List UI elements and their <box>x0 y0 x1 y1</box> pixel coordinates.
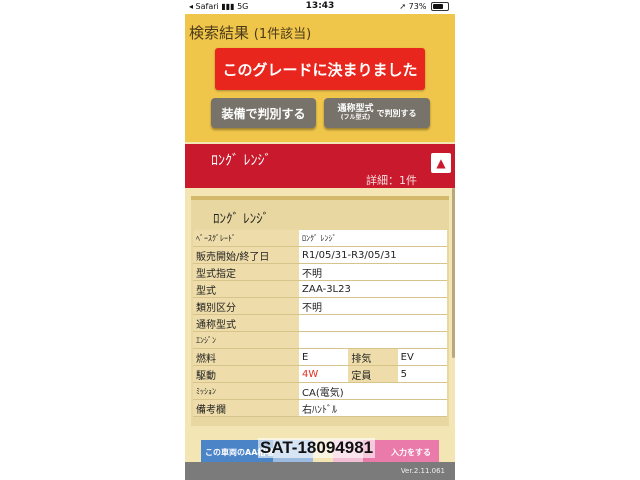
row-sublabel: 排気 <box>348 348 398 366</box>
row-label: 販売開始/終了日 <box>193 246 299 264</box>
model-button-labels: 通称型式 (フル型式) <box>337 105 373 121</box>
table-row: 型式 ZAA-3L23 <box>193 280 447 298</box>
row-value: 4W <box>299 365 349 383</box>
table-row: 型式指定 不明 <box>193 263 447 281</box>
row-value: E <box>299 348 349 366</box>
row-value: 右ﾊﾝﾄﾞﾙ <box>299 399 447 417</box>
result-band[interactable]: ﾛﾝｸﾞ ﾚﾝｼﾞ 詳細：1件 ▲ <box>185 144 455 188</box>
row-value: 不明 <box>299 297 447 315</box>
row-label: 駆動 <box>193 365 299 383</box>
row-label: 通称型式 <box>193 314 299 332</box>
row-label: 燃料 <box>193 348 299 366</box>
grade-detail-card: ﾛﾝｸﾞ ﾚﾝｼﾞ ﾍﾞｰｽｸﾞﾚｰﾄﾞ ﾛﾝｸﾞ ﾚﾝｼﾞ 販売開始/終了日 … <box>191 196 449 426</box>
decide-grade-button[interactable]: このグレードに決まりました <box>215 48 425 90</box>
row-label: ﾍﾞｰｽｸﾞﾚｰﾄﾞ <box>193 230 299 247</box>
results-header: 検索結果 (1件該当) このグレードに決まりました 装備で判別する 通称型式 (… <box>185 14 455 142</box>
spec-table: ﾍﾞｰｽｸﾞﾚｰﾄﾞ ﾛﾝｸﾞ ﾚﾝｼﾞ 販売開始/終了日 R1/05/31-R… <box>193 230 447 417</box>
location-icon: ➚ <box>399 2 407 11</box>
row-value: R1/05/31-R3/05/31 <box>299 246 447 264</box>
result-grade-name: ﾛﾝｸﾞ ﾚﾝｼﾞ <box>211 153 272 169</box>
battery-percent: 73% <box>408 2 427 11</box>
watermark-label: SAT-18094981 <box>258 438 376 458</box>
battery-icon <box>431 2 449 11</box>
row-label: ﾐｯｼｮﾝ <box>193 382 299 400</box>
row-label: 備考欄 <box>193 399 299 417</box>
row-label: 類別区分 <box>193 297 299 315</box>
table-row: 燃料 E 排気 EV <box>193 348 447 366</box>
row-value: CA(電気) <box>299 382 447 400</box>
table-row: ｴﾝｼﾞﾝ <box>193 331 447 349</box>
status-right: ➚ 73% <box>399 2 449 11</box>
judge-by-equipment-button[interactable]: 装備で判別する <box>211 98 316 128</box>
row-value: 不明 <box>299 263 447 281</box>
judge-by-model-button[interactable]: 通称型式 (フル型式) で判別する <box>324 98 430 128</box>
result-detail-count: 詳細：1件 <box>366 174 417 187</box>
scrollbar[interactable] <box>452 188 455 358</box>
table-row: ﾍﾞｰｽｸﾞﾚｰﾄﾞ ﾛﾝｸﾞ ﾚﾝｼﾞ <box>193 230 447 247</box>
table-row: 類別区分 不明 <box>193 297 447 315</box>
phone-screen: ◂ Safari ▮▮▮ 5G 13:43 ➚ 73% 検索結果 (1件該当) … <box>185 0 455 480</box>
row-value <box>299 331 447 349</box>
row-subvalue: EV <box>397 348 447 366</box>
version-label: Ver.2.11.061 <box>400 467 445 475</box>
table-row: ﾐｯｼｮﾝ CA(電気) <box>193 382 447 400</box>
input-button-label: 入力をする <box>391 447 431 457</box>
table-row: 販売開始/終了日 R1/05/31-R3/05/31 <box>193 246 447 264</box>
model-button-line2: (フル型式) <box>340 114 371 121</box>
table-row: 通称型式 <box>193 314 447 332</box>
model-button-tail: で判別する <box>376 108 417 118</box>
page-title: 検索結果 (1件該当) <box>189 22 311 43</box>
row-sublabel: 定員 <box>348 365 398 383</box>
row-subvalue: 5 <box>397 365 447 383</box>
table-row: 駆動 4W 定員 5 <box>193 365 447 383</box>
result-count: (1件該当) <box>253 27 312 42</box>
row-label: ｴﾝｼﾞﾝ <box>193 331 299 349</box>
row-value <box>299 314 447 332</box>
row-value: ﾛﾝｸﾞ ﾚﾝｼﾞ <box>299 230 447 247</box>
row-label: 型式指定 <box>193 263 299 281</box>
model-button-line1: 通称型式 <box>337 104 374 114</box>
status-bar: ◂ Safari ▮▮▮ 5G 13:43 ➚ 73% <box>185 0 455 14</box>
version-bar: Ver.2.11.061 <box>185 462 455 480</box>
card-title: ﾛﾝｸﾞ ﾚﾝｼﾞ <box>213 212 270 227</box>
row-label: 型式 <box>193 280 299 298</box>
title-text: 検索結果 <box>189 24 250 42</box>
row-value: ZAA-3L23 <box>299 280 447 298</box>
triangle-up-icon[interactable]: ▲ <box>431 153 451 173</box>
table-row: 備考欄 右ﾊﾝﾄﾞﾙ <box>193 399 447 417</box>
